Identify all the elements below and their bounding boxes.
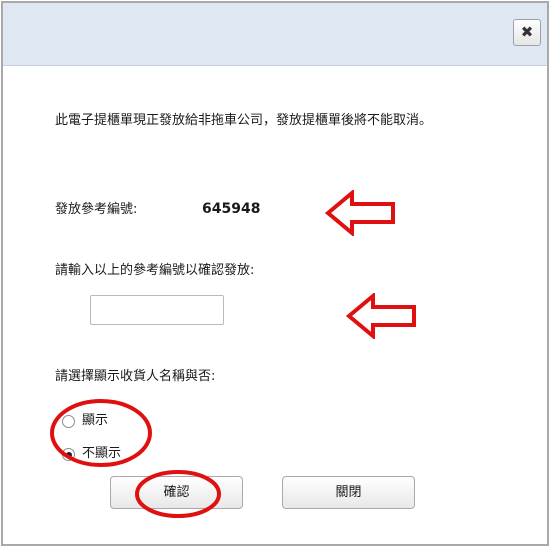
radio-show-label[interactable]: 顯示 [82, 412, 108, 430]
reference-number-label: 發放參考編號: [55, 202, 138, 217]
radio-show[interactable] [62, 415, 75, 428]
display-consignee-label: 請選擇顯示收貨人名稱與否: [55, 369, 216, 384]
reference-number-value: 645948 [202, 201, 261, 217]
close-button[interactable]: ✖ [513, 19, 541, 46]
confirm-button[interactable]: 確認 [110, 476, 243, 509]
radio-hide[interactable] [62, 448, 75, 461]
radio-hide-label[interactable]: 不顯示 [82, 445, 121, 463]
reference-confirm-input[interactable] [90, 295, 224, 325]
close-icon: ✖ [520, 23, 534, 41]
confirm-input-label: 請輸入以上的參考編號以確認發放: [55, 263, 255, 278]
dialog-titlebar: ✖ [3, 3, 547, 66]
close-dialog-button[interactable]: 關閉 [282, 476, 415, 509]
release-warning-message: 此電子提櫃單現正發放給非拖車公司，發放提櫃單後將不能取消。 [55, 113, 433, 128]
